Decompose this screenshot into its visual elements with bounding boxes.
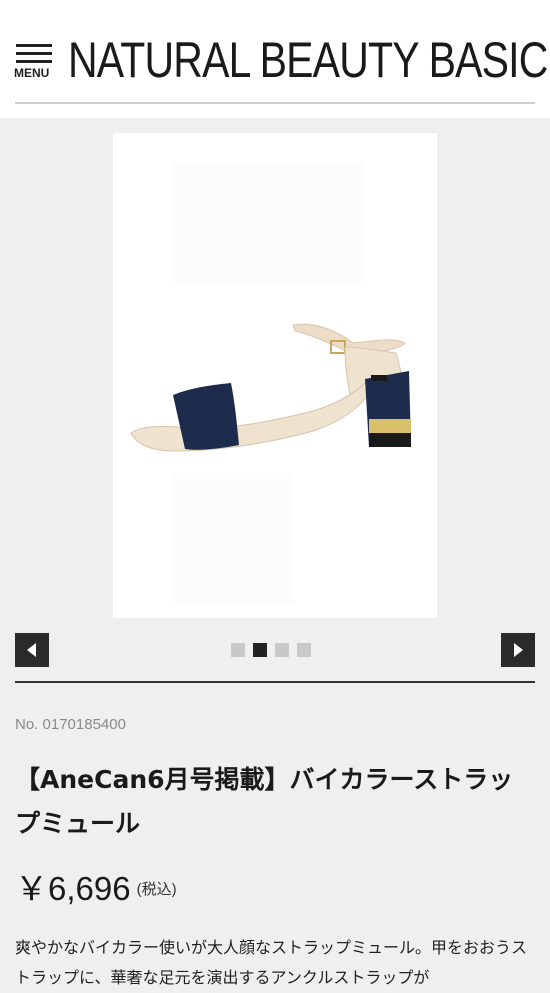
tax-label: (税込) — [136, 881, 177, 898]
site-header: MENU NATURAL BEAUTY BASIC — [0, 0, 550, 118]
product-number: No. 0170185400 — [15, 716, 126, 733]
arrow-left-icon — [27, 643, 36, 657]
section-divider — [15, 681, 535, 683]
product-title: 【AneCan6月号掲載】バイカラーストラップミュール — [15, 765, 514, 838]
hamburger-icon-bar — [16, 60, 52, 63]
gallery-prev-button[interactable] — [15, 633, 49, 667]
gallery-next-button[interactable] — [501, 633, 535, 667]
header-divider — [15, 102, 535, 104]
arrow-right-icon — [514, 643, 523, 657]
product-price: ￥6,696 (税込) — [15, 862, 177, 910]
gallery-dot[interactable] — [275, 643, 289, 657]
menu-label: MENU — [14, 66, 50, 80]
price-value: ￥6,696 — [15, 870, 131, 907]
sandal-illustration — [113, 133, 437, 618]
hamburger-icon-bar — [16, 52, 52, 55]
brand-logo[interactable]: NATURAL BEAUTY BASIC — [68, 30, 548, 90]
gallery-dot[interactable] — [297, 643, 311, 657]
product-image[interactable] — [113, 133, 437, 618]
menu-button[interactable]: MENU — [14, 42, 56, 82]
gallery-dot[interactable] — [231, 643, 245, 657]
hamburger-icon — [16, 44, 52, 47]
product-description: 爽やかなバイカラー使いが大人顔なストラップミュール。甲をおおうストラップに、華奢… — [15, 938, 528, 987]
gallery-dot-active[interactable] — [253, 643, 267, 657]
